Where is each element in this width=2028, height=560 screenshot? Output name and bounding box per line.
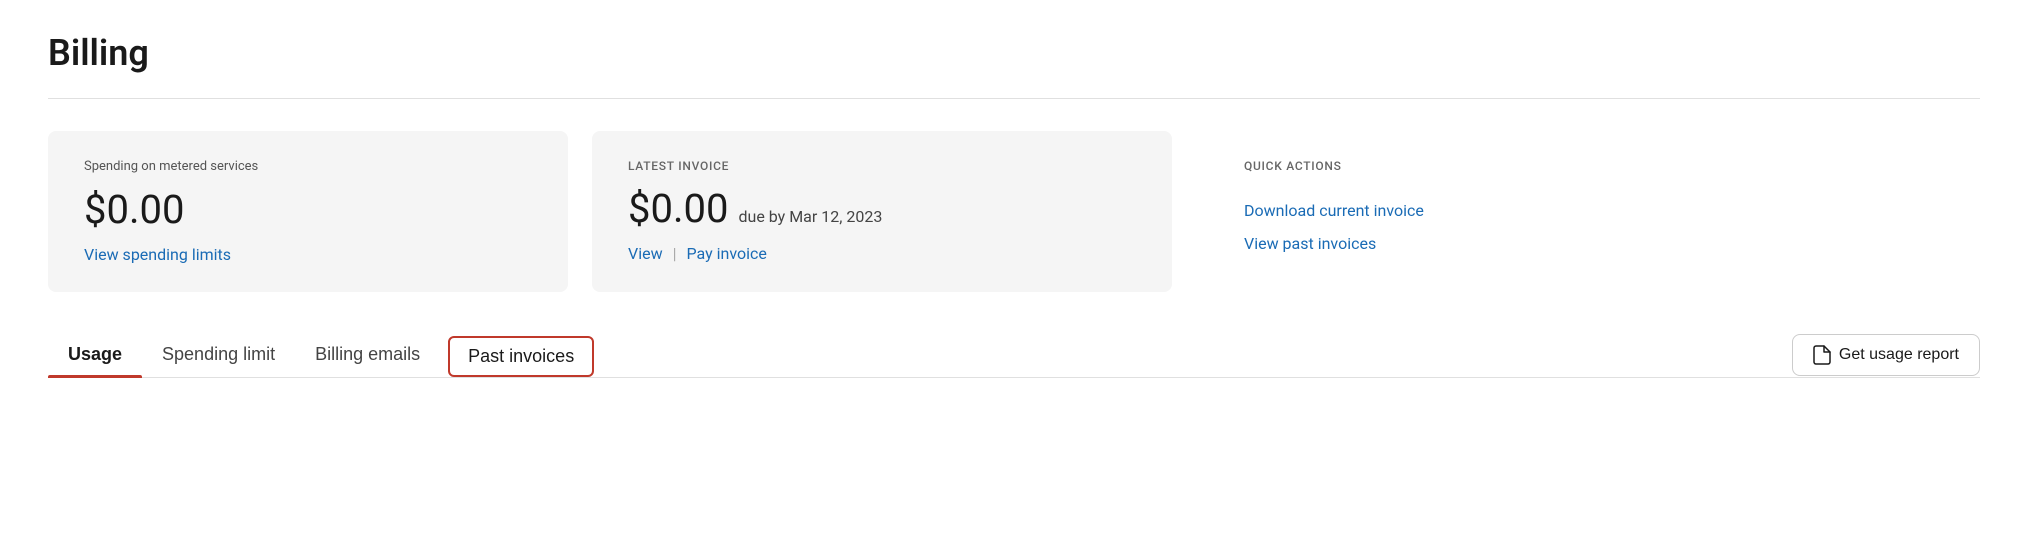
quick-actions-links: Download current invoice View past invoi… (1244, 201, 1980, 253)
get-usage-report-button[interactable]: Get usage report (1792, 334, 1980, 376)
view-past-invoices-link[interactable]: View past invoices (1244, 234, 1980, 253)
spending-card-label: Spending on metered services (84, 159, 532, 174)
tab-usage[interactable]: Usage (48, 332, 142, 377)
tabs-left: Usage Spending limit Billing emails Past… (48, 332, 594, 377)
pay-invoice-link[interactable]: Pay invoice (687, 244, 767, 263)
invoice-section-label: LATEST INVOICE (628, 159, 1136, 173)
invoice-actions-row: View | Pay invoice (628, 244, 1136, 263)
invoice-due-text: due by Mar 12, 2023 (738, 207, 882, 226)
spending-card: Spending on metered services $0.00 View … (48, 131, 568, 292)
get-usage-report-label: Get usage report (1839, 346, 1959, 364)
view-spending-limits-link[interactable]: View spending limits (84, 245, 532, 264)
tab-spending-limit[interactable]: Spending limit (142, 332, 295, 377)
invoice-amount: $0.00 (628, 185, 728, 232)
tabs-container: Usage Spending limit Billing emails Past… (48, 332, 1980, 378)
cards-row: Spending on metered services $0.00 View … (48, 131, 1980, 292)
document-icon (1813, 345, 1831, 365)
pipe-divider: | (673, 244, 677, 263)
page-title: Billing (48, 32, 1980, 74)
quick-actions-title: QUICK ACTIONS (1244, 159, 1980, 173)
quick-actions-card: QUICK ACTIONS Download current invoice V… (1196, 131, 1980, 292)
tab-billing-emails[interactable]: Billing emails (295, 332, 440, 377)
spending-card-amount: $0.00 (84, 186, 532, 233)
invoice-card: LATEST INVOICE $0.00 due by Mar 12, 2023… (592, 131, 1172, 292)
invoice-amount-row: $0.00 due by Mar 12, 2023 (628, 185, 1136, 232)
view-invoice-link[interactable]: View (628, 244, 663, 263)
title-divider (48, 98, 1980, 99)
tab-past-invoices[interactable]: Past invoices (448, 336, 594, 377)
download-invoice-link[interactable]: Download current invoice (1244, 201, 1980, 220)
